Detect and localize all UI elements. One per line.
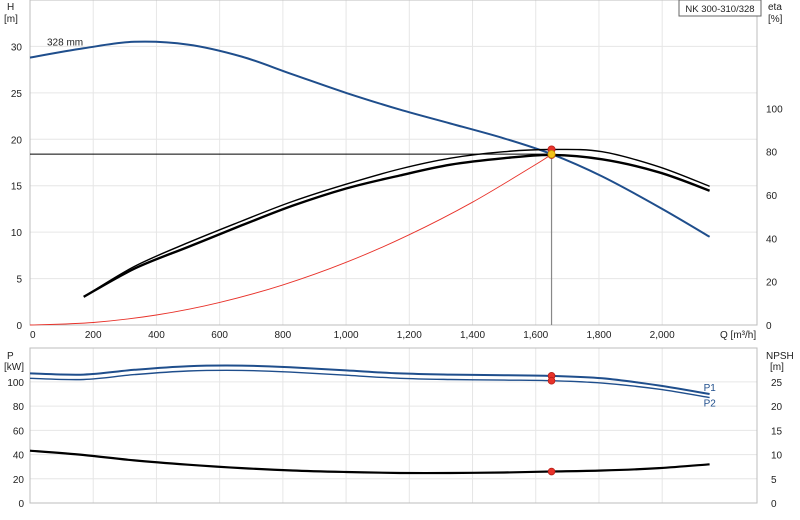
y-right-tick-label: 0: [771, 499, 777, 510]
y-left-tick-label: 25: [11, 89, 23, 100]
y-right-tick-label: 5: [771, 475, 777, 486]
y-left-tick-label: 5: [16, 275, 22, 286]
power-npsh-panel: 0 20 40 60 80 100 0 5 10 15 20 25 P1 P2: [7, 347, 783, 510]
series-line-eta-thin: [83, 148, 710, 298]
y-right-tick-label: 15: [771, 426, 783, 437]
x-tick-label: 1,000: [334, 330, 359, 341]
y-right-tick-label: 10: [771, 451, 783, 462]
y-right-tick-label: 40: [766, 234, 778, 245]
x-tick-label: 1,800: [586, 330, 611, 341]
y-left-tick-label: 10: [11, 228, 23, 239]
x-tick-label: 600: [211, 330, 228, 341]
curve-label: 328 mm: [47, 37, 83, 48]
duty-point-marker: [547, 376, 556, 385]
y-right-tick-label: 60: [766, 191, 778, 202]
x-tick-label: 400: [148, 330, 165, 341]
y-left-label-bottom: P: [7, 351, 14, 362]
y-right-tick-label: 0: [766, 321, 772, 332]
series-label-P2: P2: [704, 399, 717, 410]
y-right-tick-label: 100: [766, 104, 783, 115]
series-line-system: [29, 153, 552, 326]
y-right-tick-label: 20: [771, 402, 783, 413]
series-line-NPSH: [29, 449, 710, 475]
x-tick-label: 1,200: [397, 330, 422, 341]
y-left-tick-label: 0: [16, 321, 22, 332]
x-tick-label: 2,000: [650, 330, 675, 341]
series-label-P1: P1: [704, 383, 717, 394]
y-left-tick-label: 60: [13, 426, 25, 437]
x-axis-label: Q [m³/h]: [720, 330, 756, 341]
x-tick-label: 200: [85, 330, 102, 341]
series-line-eta-thick: [83, 153, 711, 298]
y-right-label-bottom: NPSH: [766, 351, 794, 362]
y-left-tick-label: 15: [11, 182, 23, 193]
duty-point-marker: [547, 150, 556, 159]
pump-performance-chart: 0510152025300204060801000 200 400 600 800 1,0…: [4, 0, 794, 510]
y-right-tick-label: 25: [771, 378, 783, 389]
y-right-tick-label: 20: [766, 278, 778, 289]
y-right-unit-top: [%]: [768, 14, 783, 25]
y-left-tick-label: 40: [13, 451, 25, 462]
chart-title: NK 300-310/328: [685, 4, 754, 15]
y-left-tick-label: 100: [7, 378, 24, 389]
y-left-unit-bottom: [kW]: [4, 362, 24, 373]
series-line-P2: [29, 369, 710, 399]
duty-point-marker: [547, 467, 556, 476]
x-tick-label: 1,600: [523, 330, 548, 341]
x-tick-label: 0: [30, 330, 36, 341]
y-right-tick-label: 80: [766, 148, 778, 159]
plot-frame: [29, 0, 758, 326]
x-tick-label: 800: [275, 330, 292, 341]
y-left-unit-top: [m]: [4, 14, 18, 25]
y-left-tick-label: 30: [11, 42, 23, 53]
y-left-label-top: H: [7, 2, 14, 13]
head-efficiency-panel: 0 5 10 15 20 25 30 0 20 40 60 80 100 0 200 400 600 800 1,0…: [11, 0, 783, 341]
y-left-tick-label: 0: [18, 499, 24, 510]
y-left-tick-label: 80: [13, 402, 25, 413]
y-left-tick-label: 20: [13, 475, 25, 486]
y-left-tick-label: 20: [11, 135, 23, 146]
plot-frame: [29, 347, 758, 504]
y-right-label-top: eta: [768, 2, 782, 13]
series-line-P1: [29, 364, 710, 395]
y-right-unit-bottom: [m]: [770, 362, 784, 373]
x-tick-label: 1,400: [460, 330, 485, 341]
